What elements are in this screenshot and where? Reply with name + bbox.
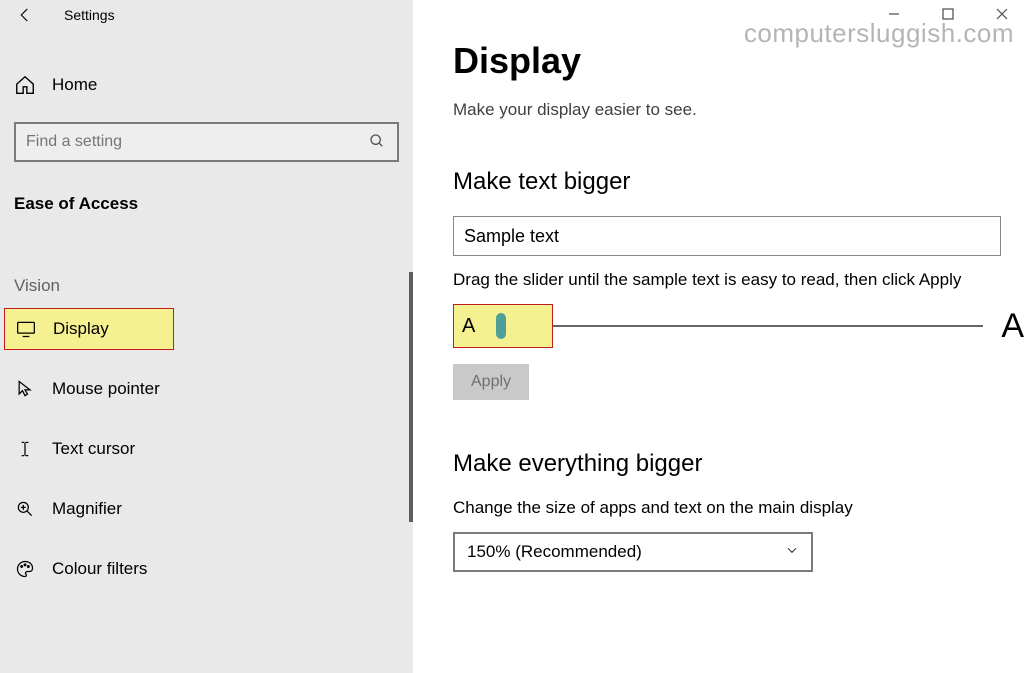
sidebar-item-magnifier[interactable]: Magnifier xyxy=(0,488,413,530)
sidebar-item-mouse-pointer[interactable]: Mouse pointer xyxy=(0,368,413,410)
home-icon xyxy=(14,74,36,96)
text-cursor-icon xyxy=(14,438,36,460)
back-arrow-icon[interactable] xyxy=(14,4,36,26)
sidebar-item-label: Mouse pointer xyxy=(52,379,160,399)
dropdown-value: 150% (Recommended) xyxy=(467,542,642,562)
watermark: computersluggish.com xyxy=(744,18,1014,49)
magnifier-icon xyxy=(14,498,36,520)
cursor-icon xyxy=(14,378,36,400)
titlebar: Settings xyxy=(0,0,413,30)
sidebar-item-display[interactable]: Display xyxy=(4,308,174,350)
sidebar-item-colour-filters[interactable]: Colour filters xyxy=(0,548,413,590)
small-a-label: A xyxy=(462,315,475,338)
section-label: Ease of Access xyxy=(14,194,413,214)
sidebar-item-text-cursor[interactable]: Text cursor xyxy=(0,428,413,470)
main-content: computersluggish.com Display Make your d… xyxy=(413,0,1024,673)
home-nav[interactable]: Home xyxy=(0,58,413,112)
apply-button[interactable]: Apply xyxy=(453,364,529,400)
slider-track[interactable] xyxy=(553,325,983,327)
sidebar-item-label: Magnifier xyxy=(52,499,122,519)
slider-instruction: Drag the slider until the sample text is… xyxy=(453,270,1024,290)
slider-thumb[interactable] xyxy=(496,313,506,339)
section-make-text-bigger: Make text bigger xyxy=(453,168,1024,196)
window-title: Settings xyxy=(64,7,115,23)
group-label: Vision xyxy=(14,276,413,296)
sidebar: Settings Home Ease of Access Vision Disp… xyxy=(0,0,413,673)
chevron-down-icon xyxy=(785,542,799,562)
sidebar-item-label: Display xyxy=(53,319,109,339)
home-label: Home xyxy=(52,75,97,95)
sidebar-item-label: Colour filters xyxy=(52,559,147,579)
search-box[interactable] xyxy=(14,122,399,162)
search-input[interactable] xyxy=(26,133,369,151)
slider-highlight: A xyxy=(453,304,553,348)
search-icon xyxy=(369,133,387,151)
everything-bigger-desc: Change the size of apps and text on the … xyxy=(453,498,1024,518)
scale-dropdown[interactable]: 150% (Recommended) xyxy=(453,532,813,572)
section-make-everything-bigger: Make everything bigger xyxy=(453,450,1024,478)
page-subtitle: Make your display easier to see. xyxy=(453,100,1024,120)
palette-icon xyxy=(14,558,36,580)
sample-text-box: Sample text xyxy=(453,216,1001,256)
sidebar-item-label: Text cursor xyxy=(52,439,135,459)
monitor-icon xyxy=(15,318,37,340)
big-a-label: A xyxy=(1001,307,1024,346)
text-size-slider[interactable]: A A xyxy=(453,304,1024,348)
